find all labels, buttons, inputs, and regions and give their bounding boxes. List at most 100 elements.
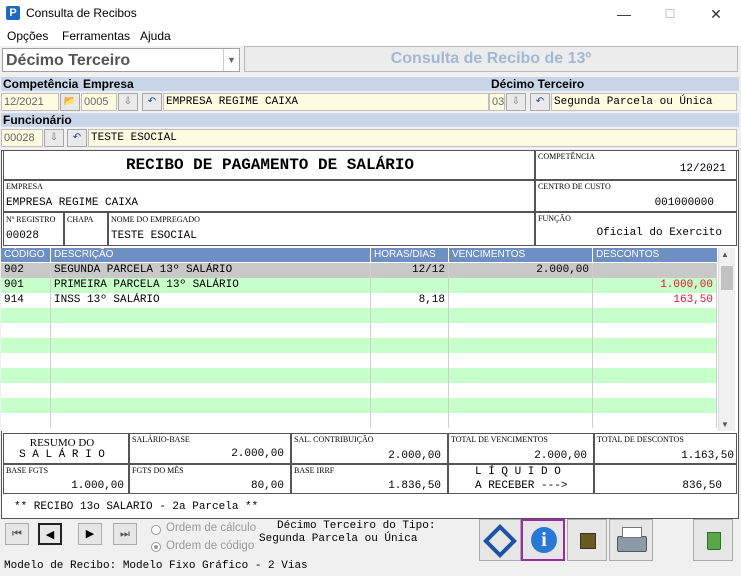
tipo-line1: Décimo Terceiro do Tipo: — [277, 520, 436, 532]
col-descricao[interactable]: DESCRIÇÃO — [51, 248, 371, 262]
printer-icon — [617, 536, 647, 552]
table-cell — [1, 323, 51, 338]
table-cell — [593, 353, 717, 368]
table-row[interactable] — [1, 338, 717, 353]
prev-record-button[interactable]: ◀ — [38, 523, 62, 545]
receipt-nome-label: NOME DO EMPREGADO — [111, 215, 200, 224]
undo-icon[interactable]: ↶ — [67, 129, 87, 147]
table-cell — [1, 413, 51, 428]
table-row[interactable]: 901 PRIMEIRA PARCELA 13º SALÁRIO 1.000,00 — [1, 278, 717, 293]
table-row[interactable]: 902 SEGUNDA PARCELA 13º SALÁRIO 12/12 2.000… — [1, 263, 717, 278]
last-record-button[interactable]: ⏭ — [113, 523, 137, 545]
receipt-funcao-label: FUNÇÃO — [538, 214, 571, 223]
receipt-nome-cell: NOME DO EMPREGADO TESTE ESOCIAL — [108, 212, 535, 246]
earnings-grid[interactable]: CÓDIGO DESCRIÇÃO HORAS/DIAS VENCIMENTOS … — [1, 248, 717, 431]
empresa-code-field[interactable]: 0005 — [81, 93, 117, 111]
download-icon[interactable]: ⇩ — [118, 93, 138, 111]
undo-icon[interactable]: ↶ — [530, 93, 550, 111]
table-cell — [593, 308, 717, 323]
scroll-down-icon[interactable]: ▼ — [721, 420, 729, 429]
table-row[interactable] — [1, 368, 717, 383]
table-row[interactable] — [1, 323, 717, 338]
grid-header: CÓDIGO DESCRIÇÃO HORAS/DIAS VENCIMENTOS … — [1, 248, 717, 262]
download-icon[interactable]: ⇩ — [506, 93, 526, 111]
table-cell — [593, 398, 717, 413]
table-cell — [593, 368, 717, 383]
col-codigo[interactable]: CÓDIGO — [1, 248, 51, 262]
chevron-down-icon[interactable]: ▼ — [223, 49, 239, 71]
scroll-up-icon[interactable]: ▲ — [721, 250, 729, 259]
menu-ajuda[interactable]: Ajuda — [140, 29, 171, 43]
grid-scrollbar[interactable]: ▲ ▼ — [718, 248, 735, 431]
funcionario-name-field[interactable]: TESTE ESOCIAL — [88, 129, 737, 147]
table-cell — [371, 338, 449, 353]
radio-ordem-codigo[interactable] — [151, 542, 161, 552]
salario-base-label: SALÁRIO-BASE — [132, 435, 190, 444]
table-cell: 1.000,00 — [593, 278, 717, 293]
col-descontos[interactable]: DESCONTOS — [593, 248, 717, 262]
table-cell — [449, 278, 593, 293]
type-select-value: Décimo Terceiro — [6, 52, 131, 69]
table-cell — [593, 323, 717, 338]
empresa-name-field[interactable]: EMPRESA REGIME CAIXA — [163, 93, 489, 111]
maximize-button[interactable]: ☐ — [647, 0, 693, 28]
calculator-button[interactable] — [567, 519, 607, 561]
total-desc-value: 1.163,50 — [681, 450, 734, 462]
table-cell — [593, 338, 717, 353]
resumo-line1: RESUMO DO — [29, 437, 95, 449]
download-icon[interactable]: ⇩ — [44, 129, 64, 147]
minimize-button[interactable]: — — [601, 0, 647, 28]
table-cell: PRIMEIRA PARCELA 13º SALÁRIO — [51, 278, 371, 293]
menu-ferramentas[interactable]: Ferramentas — [62, 29, 130, 43]
receipt-empresa-value: EMPRESA REGIME CAIXA — [6, 197, 139, 209]
refresh-button[interactable] — [479, 519, 521, 561]
receipt-funcao-cell: FUNÇÃO Oficial do Exercito — [535, 212, 737, 246]
table-row[interactable]: 914 INSS 13º SALÁRIO 8,18 163,50 — [1, 293, 717, 308]
table-row[interactable] — [1, 353, 717, 368]
table-row[interactable] — [1, 383, 717, 398]
table-cell — [1, 398, 51, 413]
ordem-codigo-label[interactable]: Ordem de código — [166, 540, 254, 552]
delete-button[interactable] — [693, 519, 733, 561]
table-cell — [51, 398, 371, 413]
table-cell — [1, 368, 51, 383]
folder-icon[interactable]: 📂 — [60, 93, 80, 111]
table-cell — [449, 383, 593, 398]
info-button[interactable]: i — [521, 519, 565, 561]
table-row[interactable] — [1, 398, 717, 413]
close-button[interactable]: ✕ — [693, 0, 739, 28]
col-vencimentos[interactable]: VENCIMENTOS — [449, 248, 593, 262]
table-cell — [1, 353, 51, 368]
table-cell — [1, 338, 51, 353]
table-row[interactable] — [1, 308, 717, 323]
total-venc-label: TOTAL DE VENCIMENTOS — [451, 435, 548, 444]
fgts-mes-value: 80,00 — [250, 480, 284, 492]
receipt-empresa-cell: EMPRESA EMPRESA REGIME CAIXA — [3, 180, 535, 212]
funcionario-code-field[interactable]: 00028 — [1, 129, 43, 147]
table-row[interactable] — [1, 413, 717, 428]
receipt-registro-label: Nº REGISTRO — [6, 215, 56, 224]
first-record-button[interactable]: ⏮ — [5, 523, 29, 545]
scroll-thumb[interactable] — [721, 266, 733, 290]
undo-icon[interactable]: ↶ — [142, 93, 162, 111]
next-record-button[interactable]: ▶ — [78, 523, 102, 545]
table-cell — [51, 368, 371, 383]
print-button[interactable] — [609, 519, 653, 561]
menu-opcoes[interactable]: Opções — [7, 29, 48, 43]
receipt-title: RECIBO DE PAGAMENTO DE SALÁRIO — [125, 156, 415, 174]
table-cell: 2.000,00 — [449, 263, 593, 278]
type-select[interactable]: Décimo Terceiro ▼ — [2, 48, 240, 72]
radio-ordem-calculo[interactable] — [151, 525, 161, 535]
base-fgts-label: BASE FGTS — [6, 466, 49, 475]
decimo-label: Décimo Terceiro — [489, 77, 739, 91]
competencia-field[interactable]: 12/2021 — [1, 93, 59, 111]
table-cell — [51, 323, 371, 338]
ordem-calculo-label[interactable]: Ordem de cálculo — [166, 522, 256, 534]
table-cell — [371, 323, 449, 338]
decimo-name-field[interactable]: Segunda Parcela ou Única — [551, 93, 737, 111]
decimo-code-field[interactable]: 03 — [489, 93, 505, 111]
col-horas[interactable]: HORAS/DIAS — [371, 248, 449, 262]
empresa-label: Empresa — [81, 77, 489, 91]
base-fgts-value: 1.000,00 — [71, 480, 124, 492]
receipt-title-cell: RECIBO DE PAGAMENTO DE SALÁRIO — [3, 150, 535, 180]
